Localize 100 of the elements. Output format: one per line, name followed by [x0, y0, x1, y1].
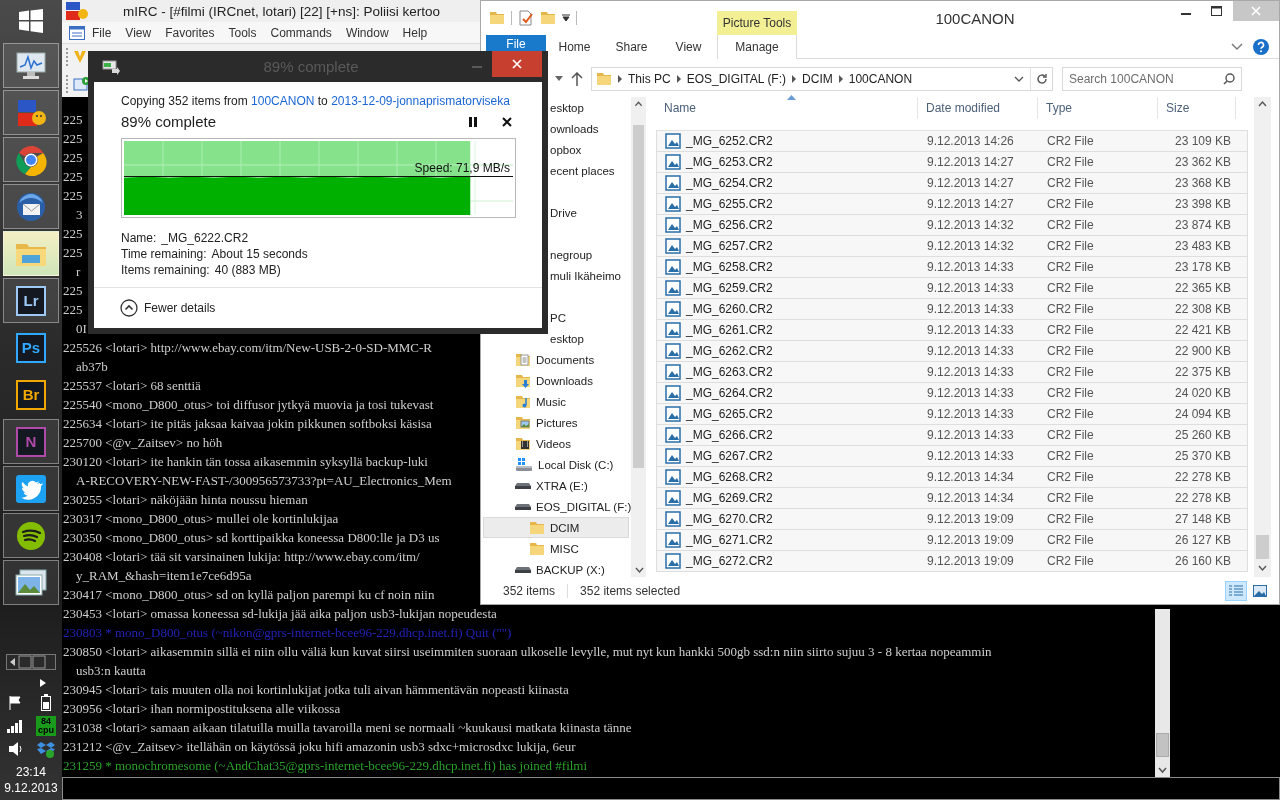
- menu-item[interactable]: Help: [395, 25, 435, 40]
- nav-item[interactable]: Music: [483, 391, 629, 412]
- nav-item[interactable]: negroup: [547, 244, 629, 265]
- breadcrumb[interactable]: This PC: [628, 72, 671, 86]
- checked-page-icon[interactable]: [518, 10, 534, 26]
- taskbar-button[interactable]: [3, 560, 59, 605]
- file-row[interactable]: _MG_6260.CR2 9.12.2013 14:33 CR2 File 22 308 KB: [656, 299, 1248, 320]
- ribbon-tab[interactable]: Manage: [717, 35, 797, 59]
- taskbar-button[interactable]: [3, 466, 59, 511]
- menu-item[interactable]: File: [85, 25, 119, 40]
- nav-item[interactable]: ecent places: [547, 160, 629, 181]
- taskbar-button[interactable]: [3, 43, 59, 88]
- nav-item[interactable]: esktop: [547, 97, 629, 118]
- fewer-details-button[interactable]: Fewer details: [120, 299, 216, 317]
- taskbar-button[interactable]: Br: [3, 372, 59, 417]
- file-row[interactable]: _MG_6266.CR2 9.12.2013 14:33 CR2 File 25 260 KB: [656, 425, 1248, 446]
- file-row[interactable]: _MG_6268.CR2 9.12.2013 14:34 CR2 File 22 278 KB: [656, 467, 1248, 488]
- taskbar-button[interactable]: [3, 513, 59, 558]
- window-list-icon[interactable]: [69, 25, 85, 40]
- menu-item[interactable]: View: [118, 25, 159, 40]
- file-row[interactable]: _MG_6254.CR2 9.12.2013 14:27 CR2 File 23 368 KB: [656, 173, 1248, 194]
- destination-link[interactable]: 2013-12-09-jonnaprismatorviseka: [331, 94, 510, 108]
- flag-icon[interactable]: [8, 695, 24, 711]
- file-row[interactable]: _MG_6259.CR2 9.12.2013 14:33 CR2 File 22 365 KB: [656, 278, 1248, 299]
- taskbar-button[interactable]: Ps: [3, 325, 59, 370]
- help-icon[interactable]: [1253, 38, 1269, 55]
- nav-item[interactable]: esktop: [547, 328, 629, 349]
- system-drive-icon: [515, 456, 533, 473]
- clock-time[interactable]: 23:14: [15, 764, 46, 780]
- breadcrumb[interactable]: 100CANON: [848, 72, 913, 86]
- close-button[interactable]: [492, 50, 542, 77]
- scrollbar[interactable]: [631, 97, 646, 577]
- scrollbar[interactable]: [1155, 609, 1170, 777]
- scrollbar-thumb[interactable]: [633, 125, 644, 468]
- file-date: 9.12.2013 14:27: [927, 176, 1014, 190]
- breadcrumb[interactable]: DCIM: [802, 72, 833, 86]
- breadcrumb[interactable]: EOS_DIGITAL (F:): [686, 72, 787, 86]
- file-row[interactable]: _MG_6252.CR2 9.12.2013 14:26 CR2 File 23 109 KB: [656, 131, 1248, 152]
- nav-item[interactable]: MISC: [483, 538, 629, 559]
- nav-item[interactable]: DCIM: [483, 517, 629, 538]
- file-name: _MG_6270.CR2: [686, 512, 773, 526]
- file-row[interactable]: _MG_6257.CR2 9.12.2013 14:32 CR2 File 23 483 KB: [656, 236, 1248, 257]
- source-link[interactable]: 100CANON: [251, 94, 315, 108]
- nav-item[interactable]: EOS_DIGITAL (F:): [483, 496, 629, 517]
- app-logo: N: [16, 426, 46, 457]
- sound-waves-icon: [15, 519, 47, 552]
- file-row[interactable]: _MG_6264.CR2 9.12.2013 14:33 CR2 File 24 020 KB: [656, 383, 1248, 404]
- file-row[interactable]: _MG_6258.CR2 9.12.2013 14:33 CR2 File 23 178 KB: [656, 257, 1248, 278]
- menu-item[interactable]: Window: [338, 25, 396, 40]
- nav-item[interactable]: muli Ikäheimo: [547, 265, 629, 286]
- ribbon-tab[interactable]: File: [486, 35, 546, 51]
- open-box-icon[interactable]: [37, 740, 55, 758]
- cpu-meter[interactable]: 84 cpu: [36, 716, 56, 736]
- file-row[interactable]: _MG_6271.CR2 9.12.2013 19:09 CR2 File 26 127 KB: [656, 530, 1248, 551]
- nav-item[interactable]: Drive: [547, 202, 629, 223]
- file-row[interactable]: _MG_6261.CR2 9.12.2013 14:33 CR2 File 22 421 KB: [656, 320, 1248, 341]
- search-field[interactable]: Search 100CANON: [1062, 67, 1242, 91]
- menu-item[interactable]: Commands: [263, 25, 339, 40]
- caret-icon[interactable]: [562, 14, 570, 22]
- scrollbar[interactable]: [1254, 97, 1271, 577]
- file-size: 22 375 KB: [1174, 365, 1231, 379]
- signal-bars-icon[interactable]: [7, 719, 25, 733]
- file-row[interactable]: _MG_6269.CR2 9.12.2013 14:34 CR2 File 22 278 KB: [656, 488, 1248, 509]
- taskbar-button[interactable]: Lr: [3, 278, 59, 323]
- file-row[interactable]: _MG_6265.CR2 9.12.2013 14:33 CR2 File 24 094 KB: [656, 404, 1248, 425]
- file-name: _MG_6269.CR2: [686, 491, 773, 505]
- nav-item[interactable]: BACKUP (X:): [483, 559, 629, 580]
- scrollbar-thumb[interactable]: [1156, 733, 1169, 757]
- menu-item[interactable]: Favorites: [158, 25, 222, 40]
- nav-item[interactable]: opbox: [547, 139, 629, 160]
- scrollbar-thumb[interactable]: [1256, 535, 1269, 559]
- menu-item[interactable]: Tools: [221, 25, 264, 40]
- image-file-icon: [665, 385, 681, 401]
- file-row[interactable]: _MG_6272.CR2 9.12.2013 19:09 CR2 File 26 160 KB: [656, 551, 1248, 572]
- clock-date[interactable]: 9.12.2013: [4, 780, 58, 796]
- file-row[interactable]: _MG_6263.CR2 9.12.2013 14:33 CR2 File 22 375 KB: [656, 362, 1248, 383]
- nav-item[interactable]: Videos: [483, 433, 629, 454]
- nav-item[interactable]: XTRA (E:): [483, 475, 629, 496]
- nav-item[interactable]: Pictures: [483, 412, 629, 433]
- file-row[interactable]: _MG_6267.CR2 9.12.2013 14:33 CR2 File 25 370 KB: [656, 446, 1248, 467]
- nav-item[interactable]: Local Disk (C:): [483, 454, 629, 475]
- taskbar-button[interactable]: N: [3, 419, 59, 464]
- file-row[interactable]: _MG_6255.CR2 9.12.2013 14:27 CR2 File 23 398 KB: [656, 194, 1248, 215]
- taskbar-button[interactable]: [3, 184, 59, 229]
- battery-icon[interactable]: [40, 694, 52, 712]
- tray-expand-icon[interactable]: [39, 678, 47, 688]
- address-bar[interactable]: This PC EOS_DIGITAL (F:) DCIM 100CANON: [591, 67, 1053, 91]
- nav-item[interactable]: ownloads: [547, 118, 629, 139]
- nav-item[interactable]: Documents: [483, 349, 629, 370]
- chevron-down-icon[interactable]: [1231, 42, 1243, 51]
- chat-message: 231038 <lotari> samaan aikaan tilatuilla muilla tavaroilla meni se normaali ~kuukausi matkata kiinasta tänne: [63, 720, 632, 735]
- message-input[interactable]: [62, 777, 1280, 800]
- file-row[interactable]: _MG_6270.CR2 9.12.2013 19:09 CR2 File 27 148 KB: [656, 509, 1248, 530]
- chevron-icon: [837, 75, 844, 83]
- speaker-icon[interactable]: [8, 741, 24, 757]
- file-row[interactable]: _MG_6253.CR2 9.12.2013 14:27 CR2 File 23 362 KB: [656, 152, 1248, 173]
- nav-item[interactable]: PC: [547, 307, 629, 328]
- file-row[interactable]: _MG_6262.CR2 9.12.2013 14:33 CR2 File 22 900 KB: [656, 341, 1248, 362]
- nav-item[interactable]: Downloads: [483, 370, 629, 391]
- file-row[interactable]: _MG_6256.CR2 9.12.2013 14:32 CR2 File 23 874 KB: [656, 215, 1248, 236]
